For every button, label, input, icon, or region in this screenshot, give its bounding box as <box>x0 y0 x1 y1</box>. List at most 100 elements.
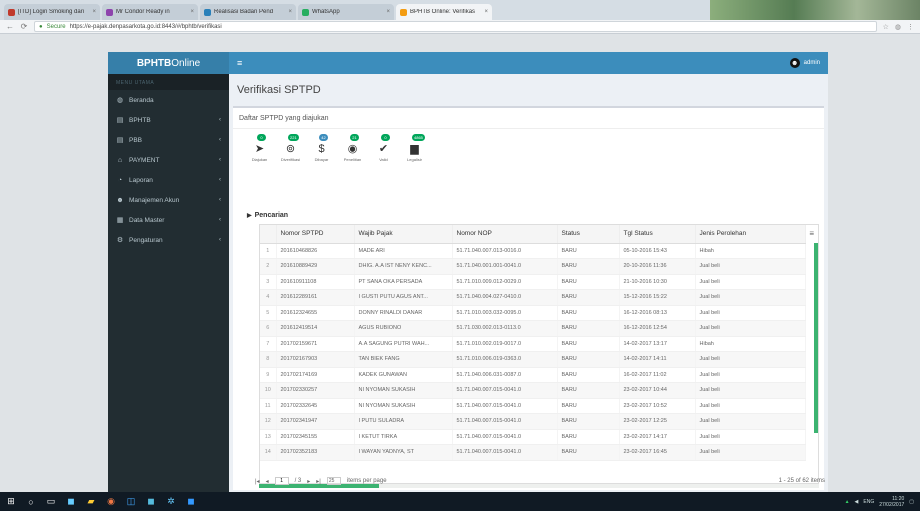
column-header[interactable]: Nomor SPTPD <box>276 225 355 244</box>
table-cell: I KETUT TIRKA <box>354 429 453 445</box>
sidebar-item-label: PBB <box>129 136 143 144</box>
close-tab-icon[interactable]: × <box>190 9 194 15</box>
row-number: 9 <box>260 367 277 383</box>
search-icon[interactable]: ○ <box>26 497 36 507</box>
sidebar-item-data-master[interactable]: ▦ Data Master ‹ <box>108 210 229 230</box>
user-avatar-icon: ☻ <box>789 58 800 68</box>
sptpd-table: Nomor SPTPD Wajib Pajak Nomor NOP Status Tgl… <box>260 225 806 461</box>
column-header[interactable] <box>260 225 277 244</box>
dashboard-icon: ◍ <box>116 97 124 104</box>
sidebar-item-beranda[interactable]: ◍ Beranda <box>108 90 229 110</box>
browser-tab[interactable]: Realisasi Badan Pend × <box>200 4 296 20</box>
table-row[interactable]: 7 201702159671 A.A SAGUNG PUTRI WAH... 51.7… <box>260 336 806 352</box>
sidebar-toggle-icon[interactable]: ≡ <box>237 58 242 68</box>
search-toggle[interactable]: ▶ Pencarian <box>247 212 288 219</box>
sidebar-item-laporan[interactable]: ◔ Laporan ‹ <box>108 170 229 190</box>
vertical-scrollbar[interactable] <box>814 243 818 433</box>
table-cell: BARU <box>557 398 620 414</box>
back-icon[interactable]: ← <box>6 22 14 31</box>
sidebar-item-bphtb[interactable]: ▤ BPHTB ‹ <box>108 110 229 130</box>
menu-icon[interactable]: ⋮ <box>907 23 914 31</box>
table-row[interactable]: 10 201702330257 NI NYOMAN SUKASIH 51.71.040… <box>260 382 806 399</box>
task-view-icon[interactable]: ▭ <box>46 496 56 507</box>
volume-icon[interactable]: ◀ <box>855 499 859 505</box>
table-cell: 201610911108 <box>276 274 355 290</box>
status-filter-valid[interactable]: 0 ✔ Valid <box>371 134 396 162</box>
row-number: 4 <box>260 289 277 306</box>
page-number-input[interactable] <box>274 477 289 485</box>
app-icon[interactable]: ◼ <box>186 496 196 507</box>
browser-tab[interactable]: Mr Condor Ready in × <box>102 4 198 20</box>
status-toolbar: 0 ➤ Diajukan 221 ⊚ Diverifikasi 42 $ Dibayar 21 ◉ P… <box>247 134 427 162</box>
column-menu-icon[interactable]: ≡ <box>809 229 814 238</box>
url-input[interactable]: ● Secure https://e-pajak.denpasarkota.go… <box>34 21 877 32</box>
status-filter-diverifikasi[interactable]: 221 ⊚ Diverifikasi <box>278 134 303 162</box>
close-tab-icon[interactable]: × <box>92 9 96 15</box>
row-number: 11 <box>260 398 277 414</box>
close-tab-icon[interactable]: × <box>484 9 488 15</box>
status-filter-dibayar[interactable]: 42 $ Dibayar <box>309 134 334 162</box>
column-header[interactable]: Status <box>557 225 620 244</box>
lang-indicator[interactable]: ENG <box>863 499 874 505</box>
prev-page-button[interactable]: ◂ <box>266 478 269 485</box>
explorer-icon[interactable]: ▰ <box>86 496 96 507</box>
sidebar-item-pengaturan[interactable]: ⚙ Pengaturan ‹ <box>108 230 229 250</box>
column-header[interactable]: Jenis Perolehan <box>695 225 806 244</box>
extension-icon[interactable]: ◍ <box>895 23 901 31</box>
file-icon: ▤ <box>116 117 124 124</box>
table-row[interactable]: 3 201610911108 PT SANA OKA PERSADA 51.71.01… <box>260 274 806 290</box>
settings-icon[interactable]: ✲ <box>166 496 176 507</box>
status-filter-diajukan[interactable]: 0 ➤ Diajukan <box>247 134 272 162</box>
table-row[interactable]: 5 201612324655 DONNY RINALDI DANAR 51.71.01… <box>260 305 806 321</box>
tab-title: Realisasi Badan Pend <box>214 9 274 15</box>
table-row[interactable]: 1 201610468826 MADE ARI 51.71.040.007.013-0… <box>260 243 806 259</box>
app-icon[interactable]: ◼ <box>146 496 156 507</box>
table-cell: Jual beli <box>695 382 806 399</box>
table-row[interactable]: 11 201702332645 NI NYOMAN SUKASIH 51.71.040… <box>260 398 806 414</box>
browser-tab[interactable]: WhatsApp × <box>298 4 394 20</box>
table-cell: BARU <box>557 336 620 352</box>
browser-tab[interactable]: BPHTB Online: Verifikas × <box>396 4 492 20</box>
table-row[interactable]: 13 201702345155 I KETUT TIRKA 51.71.040.007… <box>260 429 806 445</box>
column-header[interactable]: Nomor NOP <box>452 225 558 244</box>
browser-tab[interactable]: [ITD] Login Smoking dari × <box>4 4 100 20</box>
table-row[interactable]: 14 201702352183 I WAYAN YADNYA, ST 51.71.04… <box>260 444 806 461</box>
column-header[interactable]: Wajib Pajak <box>354 225 453 244</box>
table-row[interactable]: 9 201702174169 KADEK GUNAWAN 51.71.040.006.… <box>260 367 806 383</box>
sidebar-item-label: BPHTB <box>129 116 151 124</box>
sidebar-item-payment[interactable]: ⌂ PAYMENT ‹ <box>108 150 229 170</box>
status-filter-penelitian[interactable]: 21 ◉ Penelitian <box>340 134 365 162</box>
bookmark-star-icon[interactable]: ☆ <box>883 23 889 31</box>
clock[interactable]: 11:20 27/02/2017 <box>879 496 904 508</box>
table-row[interactable]: 2 201610889429 DHIG. A.A IST NENY KENC... 5… <box>260 258 806 275</box>
table-row[interactable]: 6 201612419514 AGUS RUBIONO 51.71.030.002.0… <box>260 320 806 337</box>
network-icon[interactable]: ▲ <box>845 499 850 505</box>
column-header[interactable]: Tgl Status <box>619 225 696 244</box>
user-menu[interactable]: ☻ admin <box>789 58 820 68</box>
close-tab-icon[interactable]: × <box>386 9 390 15</box>
table-cell: 51.71.040.007.015-0041.0 <box>452 398 558 414</box>
store-icon[interactable]: ◫ <box>126 496 136 507</box>
table-cell: 16-12-2016 12:54 <box>619 320 696 337</box>
sidebar-item-pbb[interactable]: ▤ PBB ‹ <box>108 130 229 150</box>
table-row[interactable]: 12 201702341947 I PUTU SULADRA 51.71.040.00… <box>260 413 806 430</box>
status-filter-legalisir[interactable]: 4865 ▆ Legalisir <box>402 134 427 162</box>
table-row[interactable]: 8 201702167903 TAN BIEK FANG 51.71.010.006.… <box>260 351 806 368</box>
app-icon[interactable]: ◼ <box>66 496 76 507</box>
first-page-button[interactable]: |◂ <box>255 478 260 485</box>
reload-icon[interactable]: ⟳ <box>20 22 28 31</box>
table-row[interactable]: 4 201612289161 I GUSTI PUTU AGUS ANT... 51.… <box>260 289 806 306</box>
table-cell: 51.71.010.009.012-0029.0 <box>452 274 558 290</box>
next-page-button[interactable]: ▸ <box>307 478 310 485</box>
last-page-button[interactable]: ▸| <box>316 478 321 485</box>
notifications-icon[interactable]: ▢ <box>909 499 914 505</box>
brand-logo[interactable]: BPHTB Online <box>108 52 229 74</box>
sidebar-item-manajemen-akun[interactable]: ☻ Manajemen Akun ‹ <box>108 190 229 210</box>
close-tab-icon[interactable]: × <box>288 9 292 15</box>
windows-start-icon[interactable]: ⊞ <box>6 496 16 507</box>
chrome-icon[interactable]: ◉ <box>106 496 116 507</box>
page-size-select[interactable]: 25 <box>326 477 341 485</box>
table-cell: 23-02-2017 16:45 <box>619 444 696 461</box>
table-cell: Hibah <box>695 243 806 259</box>
row-number: 7 <box>260 336 277 352</box>
